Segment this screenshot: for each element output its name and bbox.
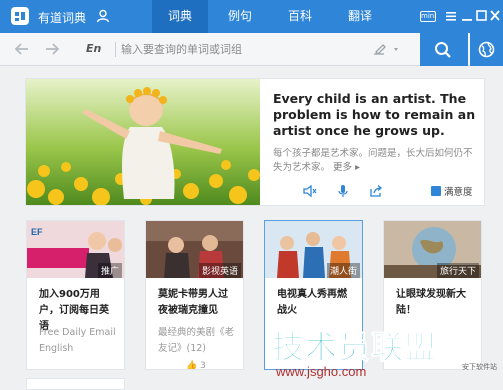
microphone-icon[interactable] xyxy=(336,184,350,198)
card-tag: 推广 xyxy=(97,263,122,278)
sentence-english: Every child is an artist. The problem is… xyxy=(273,91,476,138)
title-bar: 有道词典 词典 例句 百科 翻译 mini xyxy=(0,0,503,33)
mini-mode-label: mini xyxy=(421,12,437,20)
card-description: Free Daily Email English xyxy=(39,327,116,354)
card-description: 最经典的美剧《老友记》(12) xyxy=(158,327,235,354)
daily-sentence-card[interactable]: Every child is an artist. The problem is… xyxy=(25,78,485,206)
card-title: 莫妮卡带男人过夜被瑞克撞见 xyxy=(158,289,228,316)
card-title: 电视真人秀再燃战火 xyxy=(277,289,347,316)
tab-encyclopedia-label: 百科 xyxy=(287,9,312,23)
sentence-chinese: 每个孩子都是艺术家。问题是，长大后如何仍不失为艺术家。 更多 ▸ xyxy=(273,147,481,175)
card-tag: 影视英语 xyxy=(198,263,241,278)
tab-encyclopedia[interactable]: 百科 xyxy=(272,0,328,33)
tab-examples[interactable]: 例句 xyxy=(212,0,268,33)
forward-arrow-icon[interactable] xyxy=(44,42,60,56)
youdao-logo-icon xyxy=(11,7,29,25)
article-card[interactable]: EF 推广 加入900万用户，订阅每日英语 Free Daily Email E… xyxy=(26,220,125,370)
search-button[interactable] xyxy=(420,33,468,66)
globe-icon xyxy=(478,41,495,58)
sentence-tools: 满意度 xyxy=(273,184,483,200)
app-title: 有道词典 xyxy=(38,11,87,25)
close-icon[interactable] xyxy=(490,9,500,23)
divider xyxy=(115,42,116,57)
sentence-chinese-text: 每个孩子都是艺术家。问题是，长大后如何仍不失为艺术家。 xyxy=(273,148,473,173)
tab-dictionary[interactable]: 词典 xyxy=(152,0,208,33)
card-tag: 潮人街 xyxy=(326,263,360,278)
likes-count: 3 xyxy=(200,361,206,370)
svg-text:EF: EF xyxy=(31,227,43,237)
language-selector[interactable]: En xyxy=(86,42,101,55)
handwriting-icon[interactable] xyxy=(372,42,402,56)
tab-translate[interactable]: 翻译 xyxy=(332,0,388,33)
card-likes[interactable]: 👍 3 xyxy=(186,361,206,370)
satisfaction-label: 满意度 xyxy=(444,187,473,198)
watermark-text: 技术员联盟 xyxy=(271,328,438,367)
search-icon xyxy=(435,42,451,58)
user-icon[interactable] xyxy=(96,9,110,23)
mini-mode-button[interactable]: mini xyxy=(420,11,436,22)
globe-button[interactable] xyxy=(470,33,503,66)
more-link-label: 更多 xyxy=(333,162,353,173)
speaker-icon[interactable] xyxy=(303,184,317,198)
tab-translate-label: 翻译 xyxy=(347,9,372,23)
satisfaction-checkbox[interactable]: 满意度 xyxy=(431,184,473,198)
thumbs-up-icon: 👍 xyxy=(186,361,198,370)
article-card[interactable]: 影视英语 莫妮卡带男人过夜被瑞克撞见 最经典的美剧《老友记》(12) 👍 3 xyxy=(145,220,244,370)
back-arrow-icon[interactable] xyxy=(14,42,30,56)
share-icon[interactable] xyxy=(369,184,383,198)
more-link[interactable]: 更多 ▸ xyxy=(333,162,360,173)
watermark: 技术员联盟 xyxy=(271,322,472,367)
search-input[interactable] xyxy=(121,38,361,60)
article-card-partial xyxy=(26,378,125,390)
card-title: 让眼球发现新大陆！ xyxy=(396,289,466,316)
check-icon xyxy=(431,186,441,196)
tab-examples-label: 例句 xyxy=(227,9,252,23)
minimize-icon[interactable] xyxy=(462,9,472,23)
card-tag: 旅行天下 xyxy=(436,263,479,278)
maximize-icon[interactable] xyxy=(476,9,487,23)
menu-icon[interactable] xyxy=(445,9,457,23)
watermark-site: 安下软件站 xyxy=(462,363,497,371)
tab-dictionary-label: 词典 xyxy=(167,9,192,23)
hero-photo-child-in-flowers xyxy=(26,79,260,205)
watermark-url: www.jsgho.com xyxy=(276,364,367,379)
